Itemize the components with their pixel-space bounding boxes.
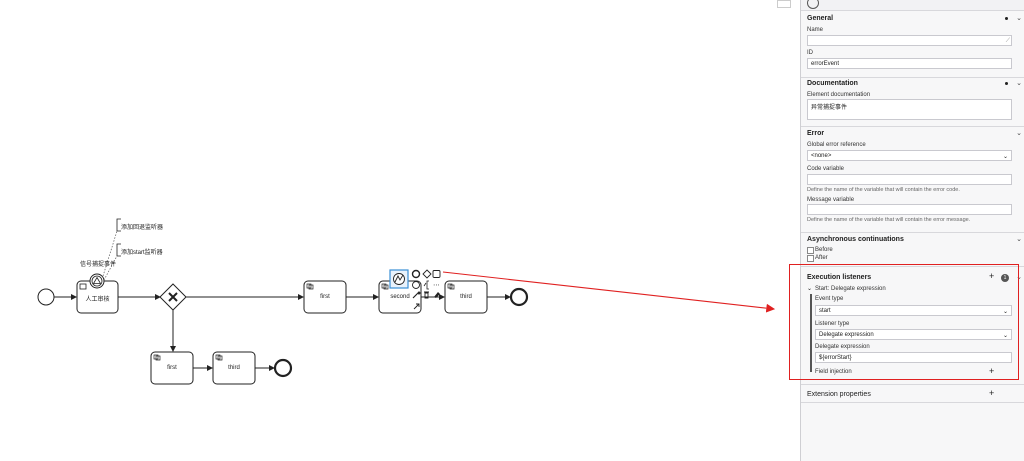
red-callout-arrow — [442, 271, 776, 313]
pad-more-icon[interactable]: ⋯ — [433, 281, 440, 289]
pad-end-event-icon[interactable] — [411, 269, 421, 279]
separator — [801, 402, 1024, 403]
error-collapse-icon[interactable]: ⌄ — [1016, 129, 1022, 137]
task-second-label: second — [390, 294, 410, 300]
task-third-bottom-label: third — [228, 365, 240, 371]
code-variable-field[interactable] — [807, 174, 1012, 185]
general-group-title[interactable]: General — [807, 15, 833, 22]
task-third-top-label: third — [460, 294, 472, 300]
add-extension-property-button[interactable]: + — [989, 388, 994, 398]
before-checkbox[interactable] — [807, 247, 814, 254]
red-highlight-box — [789, 264, 1019, 380]
message-variable-field[interactable] — [807, 204, 1012, 215]
resize-handle-icon[interactable]: ⟋ — [1006, 38, 1010, 45]
after-label: After — [815, 255, 828, 261]
annotation-text-1: 添加回退监听器 — [121, 225, 164, 231]
pad-gateway-icon[interactable] — [422, 269, 432, 279]
name-field[interactable]: ⟋ — [807, 35, 1012, 46]
id-label: ID — [807, 50, 813, 56]
before-label: Before — [815, 247, 833, 253]
properties-panel: General ⌄ Name ⟋ ID errorEvent Documenta… — [800, 0, 1024, 461]
separator — [801, 384, 1024, 385]
code-variable-hint: Define the name of the variable that wil… — [807, 187, 960, 193]
global-error-reference-value: <none> — [811, 153, 832, 159]
task-first-bottom-label: first — [167, 365, 177, 371]
id-field[interactable]: errorEvent — [807, 58, 1012, 69]
map-toggle-icon[interactable] — [777, 0, 791, 8]
element-type-icon — [807, 0, 819, 9]
documentation-data-marker-icon — [1005, 82, 1008, 85]
pad-intermediate-event-icon[interactable] — [412, 281, 420, 289]
bpmn-canvas[interactable]: ⋯ 人工审核 信号捕捉事件 添加回退监听器 添加start监听器 first s… — [0, 0, 800, 461]
end-event-bottom[interactable] — [273, 358, 293, 378]
chevron-down-icon: ⌄ — [1002, 154, 1008, 160]
boundary-event-label: 信号捕捉事件 — [79, 262, 116, 268]
panel-header — [801, 0, 1024, 11]
annotation-text-2: 添加start监听器 — [121, 250, 163, 256]
separator — [801, 126, 1024, 127]
documentation-collapse-icon[interactable]: ⌄ — [1016, 79, 1022, 87]
task-first-top-label: first — [320, 294, 330, 300]
element-documentation-label: Element documentation — [807, 92, 871, 98]
extension-properties-title[interactable]: Extension properties — [807, 391, 871, 398]
element-documentation-field[interactable]: 异常捕捉事件 — [807, 99, 1012, 120]
global-error-reference-label: Global error reference — [807, 142, 866, 148]
global-error-reference-select[interactable]: <none> ⌄ — [807, 150, 1012, 161]
after-checkbox[interactable] — [807, 255, 814, 262]
name-label: Name — [807, 27, 824, 33]
error-group-title[interactable]: Error — [807, 130, 824, 137]
code-variable-label: Code variable — [807, 166, 845, 172]
general-data-marker-icon — [1005, 17, 1008, 20]
task-manual-label: 人工审核 — [85, 297, 110, 303]
async-group-title[interactable]: Asynchronous continuations — [807, 236, 904, 243]
separator — [801, 77, 1024, 78]
pad-text-annotation-icon[interactable] — [423, 280, 429, 290]
message-variable-label: Message variable — [807, 197, 855, 203]
documentation-group-title[interactable]: Documentation — [807, 80, 858, 87]
message-variable-hint: Define the name of the variable that wil… — [807, 217, 971, 223]
start-event[interactable] — [37, 288, 55, 306]
async-collapse-icon[interactable]: ⌄ — [1016, 235, 1022, 243]
separator — [801, 232, 1024, 233]
end-event-top[interactable] — [509, 287, 529, 307]
pad-task-icon[interactable] — [432, 270, 441, 278]
general-collapse-icon[interactable]: ⌄ — [1016, 14, 1022, 22]
